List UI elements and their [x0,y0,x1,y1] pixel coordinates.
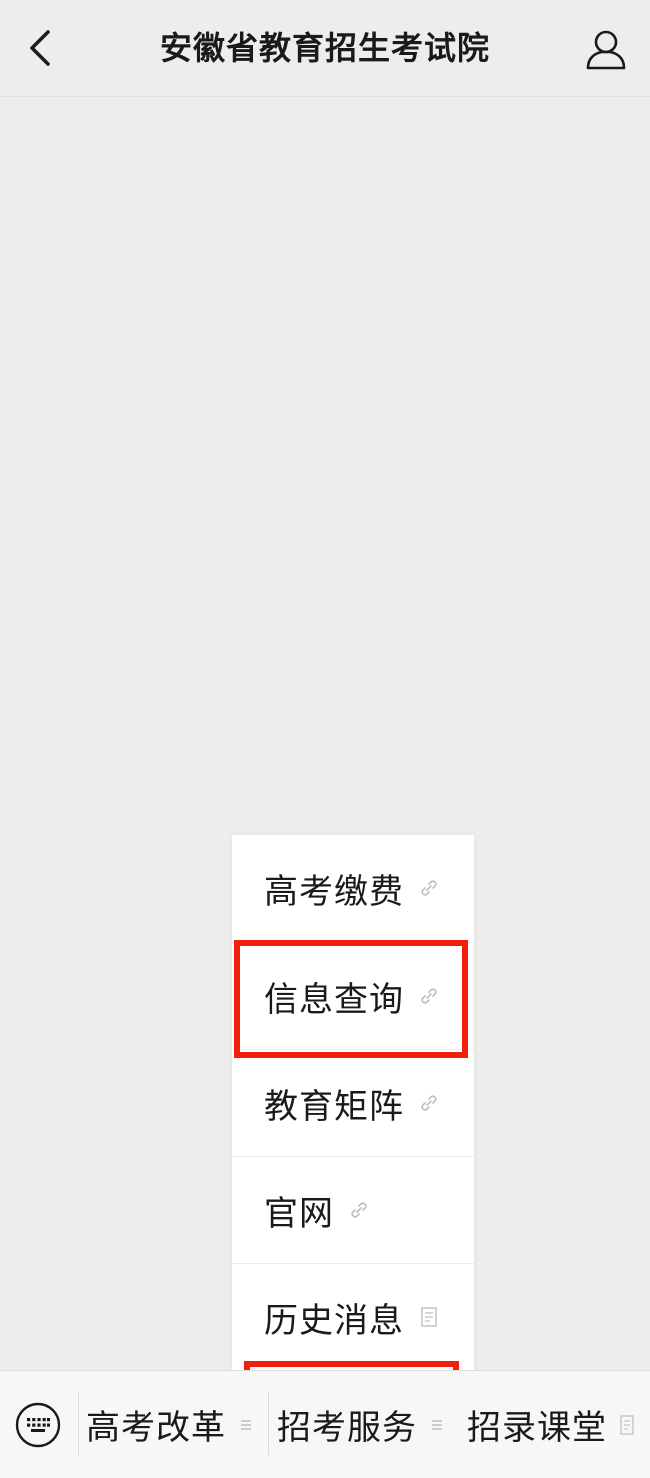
submenu-item-gaokao-payment[interactable]: 高考缴费 [232,835,474,941]
submenu-item-label: 教育矩阵 [264,1086,404,1127]
link-icon [351,1202,367,1218]
divider [268,1391,269,1455]
menu-tab-label: 招录课堂 [467,1408,607,1448]
link-icon [421,988,437,1004]
submenu-item-label: 信息查询 [264,979,404,1020]
page-title: 安徽省教育招生考试院 [159,29,490,67]
menu-lines-icon [241,1419,251,1430]
menu-tab-admission-class[interactable]: 招录课堂 [467,1371,635,1478]
article-icon [620,1414,634,1435]
submenu-item-label: 历史消息 [264,1300,404,1341]
back-button[interactable] [18,24,66,72]
submenu-item-info-query[interactable]: 信息查询 [232,942,474,1049]
menu-tab-gaokao-reform[interactable]: 高考改革 [86,1371,254,1478]
menu-tab-label: 高考改革 [86,1408,226,1448]
link-icon [421,1095,437,1111]
link-icon [421,880,437,896]
submenu-popup: 高考缴费 信息查询 教育矩阵 官网 历史消息 [232,835,474,1370]
profile-button[interactable] [580,24,632,76]
bottom-menu-bar: 高考改革 招考服务 招录课堂 [0,1370,650,1478]
submenu-item-official-site[interactable]: 官网 [232,1156,474,1263]
submenu-item-label: 高考缴费 [264,871,404,912]
keyboard-icon [15,1402,61,1448]
top-nav-bar: 安徽省教育招生考试院 [0,0,650,97]
submenu-item-label: 官网 [264,1193,334,1234]
menu-lines-icon [432,1419,442,1430]
submenu-item-history-messages[interactable]: 历史消息 [232,1263,474,1370]
article-icon [421,1307,437,1327]
chevron-left-icon [30,30,50,66]
menu-tab-exam-service[interactable]: 招考服务 [277,1371,445,1478]
person-icon [586,30,626,70]
menu-tab-label: 招考服务 [277,1408,417,1448]
submenu-item-education-matrix[interactable]: 教育矩阵 [232,1049,474,1156]
keyboard-toggle-button[interactable] [14,1401,62,1449]
divider [78,1391,79,1455]
